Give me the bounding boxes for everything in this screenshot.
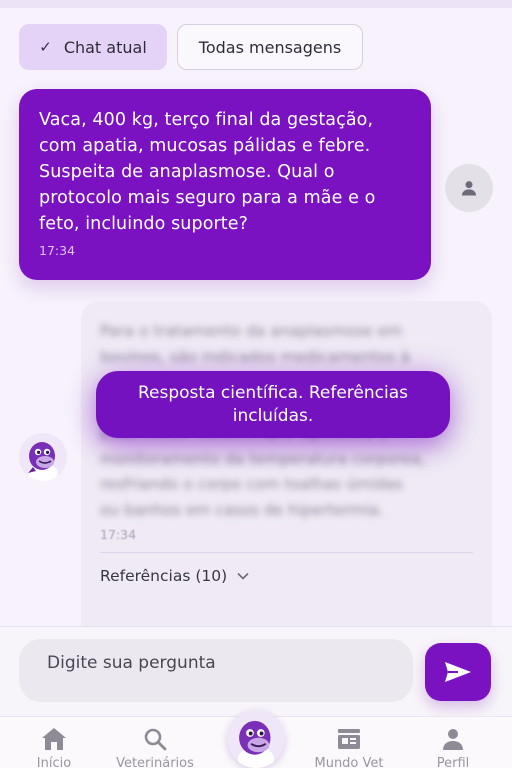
user-message-bubble: Vaca, 400 kg, terço final da gestação, c… (19, 89, 431, 280)
references-toggle[interactable]: Referências (10) (100, 567, 473, 585)
bot-message-time: 17:34 (100, 527, 137, 542)
nav-item-mundo-vet[interactable]: Mundo Vet (299, 727, 399, 768)
dolphin-mascot-icon (28, 442, 58, 481)
home-icon (42, 728, 66, 750)
person-icon (443, 729, 463, 750)
person-icon (461, 181, 477, 196)
bot-message-line: monitoramento da temperatura corporea, (100, 449, 426, 468)
bot-message-line: ou banhos em casos de hipertermia. (100, 500, 384, 519)
filter-chip-current-chat[interactable]: ✓ Chat atual (19, 24, 167, 70)
send-button[interactable] (425, 643, 491, 701)
user-message-text: Vaca, 400 kg, terço final da gestação, c… (39, 110, 376, 234)
nav-label-mundo-vet: Mundo Vet (314, 756, 384, 768)
filter-chip-all-messages[interactable]: Todas mensagens (177, 24, 363, 70)
chevron-down-icon (237, 569, 249, 583)
user-message-time: 17:34 (39, 243, 76, 258)
references-label: Referências (10) (100, 567, 228, 585)
nav-item-veterinarios[interactable]: Veterinários (105, 727, 205, 768)
check-icon: ✓ (39, 38, 52, 56)
references-divider (100, 552, 473, 553)
question-input-placeholder: Digite sua pergunta (47, 653, 216, 673)
nav-item-perfil[interactable]: Perfil (403, 727, 503, 768)
news-icon (338, 729, 360, 749)
scientific-response-notice: Resposta científica. Referências incluíd… (96, 371, 450, 438)
nav-assistant-button[interactable] (227, 710, 285, 768)
nav-label-inicio: Início (36, 756, 72, 768)
search-icon (144, 728, 167, 751)
bot-message-line: resfriando o corpo com toalhas úmidas (100, 475, 403, 493)
question-input[interactable]: Digite sua pergunta (19, 639, 413, 702)
user-avatar (445, 164, 493, 212)
top-strip (0, 0, 512, 8)
send-icon (445, 662, 471, 682)
bot-message-bubble: Para o tratamento da anaplasmose em bovi… (81, 301, 492, 641)
nav-label-veterinarios: Veterinários (116, 756, 194, 768)
bot-message-line: bovinos, são indicados medicamentos à (100, 347, 410, 366)
bot-avatar (19, 433, 67, 481)
filter-chip-current-chat-label: Chat atual (63, 37, 147, 57)
dolphin-mascot-icon (237, 720, 275, 768)
nav-item-inicio[interactable]: Início (4, 727, 104, 768)
bot-message-line: Para o tratamento da anaplasmose em (100, 322, 403, 340)
nav-label-perfil: Perfil (436, 756, 470, 768)
notice-text: Resposta científica. Referências incluíd… (137, 382, 409, 426)
filter-chip-all-messages-label: Todas mensagens (198, 37, 342, 57)
